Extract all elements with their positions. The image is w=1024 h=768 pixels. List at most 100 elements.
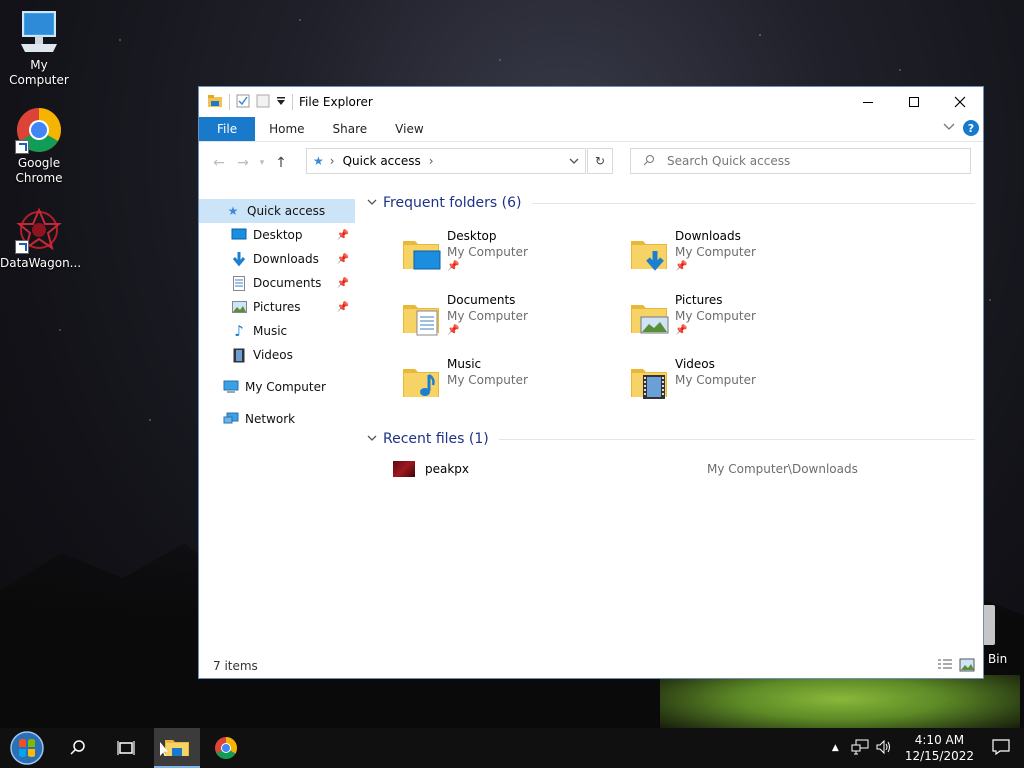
customize-toolbar-dropdown-icon[interactable] [276, 95, 286, 109]
recent-files-header[interactable]: Recent files (1) [367, 427, 983, 451]
shortcut-arrow-icon [15, 140, 29, 154]
search-taskbar-button[interactable] [56, 728, 100, 768]
maximize-button[interactable] [891, 87, 937, 117]
folder-name: Music [447, 357, 482, 371]
sidebar-item-desktop[interactable]: Desktop 📌 [199, 223, 355, 247]
downloads-folder-icon [631, 241, 667, 271]
sidebar-item-label: My Computer [245, 380, 326, 394]
search-box[interactable]: Search Quick access [630, 148, 971, 174]
folder-name: Desktop [447, 229, 497, 243]
frequent-folders-grid: Desktop My Computer 📌 Downloads My Compu… [359, 215, 983, 411]
network-tray-icon[interactable] [851, 739, 869, 758]
start-button[interactable] [0, 728, 54, 768]
sidebar-item-label: Videos [253, 348, 293, 362]
address-dropdown-chevron-icon[interactable] [569, 154, 579, 168]
tab-view[interactable]: View [381, 117, 437, 141]
pin-icon: 📌 [675, 261, 688, 272]
pin-icon: 📌 [447, 325, 460, 336]
sidebar-item-label: Music [253, 324, 288, 338]
clock[interactable]: 4:10 AM 12/15/2022 [905, 732, 974, 764]
sidebar-item-network[interactable]: Network [199, 407, 355, 431]
system-tray: ▲ 4:10 AM 12/15/2022 [832, 728, 1024, 768]
folder-tile-documents[interactable]: Documents My Computer 📌 [401, 293, 621, 349]
network-icon [223, 411, 239, 427]
pin-icon: 📌 [336, 253, 349, 265]
task-view-icon [117, 741, 135, 755]
folder-name: Pictures [675, 293, 723, 307]
refresh-icon: ↻ [594, 154, 606, 168]
up-arrow-icon[interactable]: ↑ [269, 155, 293, 171]
videos-folder-icon [631, 369, 667, 399]
image-thumbnail-icon [393, 461, 415, 477]
sidebar-item-pictures[interactable]: Pictures 📌 [199, 295, 355, 319]
folder-tile-desktop[interactable]: Desktop My Computer 📌 [401, 229, 621, 285]
folder-tile-pictures[interactable]: Pictures My Computer 📌 [629, 293, 849, 349]
notifications-icon[interactable] [992, 738, 1010, 758]
search-input[interactable]: Search Quick access [667, 154, 790, 168]
ribbon-tabs: File Home Share View ? [199, 117, 983, 142]
taskbar-google-chrome[interactable] [204, 728, 248, 768]
pin-icon: 📌 [336, 301, 349, 313]
help-icon[interactable]: ? [963, 120, 979, 136]
picture-icon [231, 299, 247, 315]
sidebar-item-documents[interactable]: Documents 📌 [199, 271, 355, 295]
address-bar[interactable]: ★ › Quick access › [306, 148, 586, 174]
section-divider [531, 202, 975, 204]
search-icon [643, 154, 655, 169]
close-button[interactable] [937, 87, 983, 117]
desktop-icon [231, 227, 247, 243]
music-note-icon: ♪ [234, 322, 244, 340]
navigation-pane: ★ Quick access Desktop 📌 Downloads 📌 Doc… [199, 199, 355, 654]
collapse-chevron-icon [367, 434, 377, 445]
title-bar: File Explorer [199, 87, 983, 117]
sidebar-item-music[interactable]: ♪ Music [199, 319, 355, 343]
section-title: Frequent folders (6) [383, 195, 522, 211]
close-icon [954, 96, 966, 108]
refresh-button[interactable]: ↻ [587, 148, 613, 174]
taskbar: ▲ 4:10 AM 12/15/2022 [0, 728, 1024, 768]
file-explorer-window: File Explorer File Home Share View ? ← →… [198, 86, 984, 679]
properties-icon[interactable] [236, 94, 250, 111]
quick-access-star-icon: ★ [313, 154, 324, 168]
folder-location: My Computer [447, 245, 528, 259]
desktop-icon-label: Google Chrome [15, 156, 63, 185]
minimize-button[interactable] [845, 87, 891, 117]
large-icons-view-icon[interactable] [959, 658, 975, 675]
recent-file-row[interactable]: peakpx My Computer\Downloads [359, 461, 983, 487]
forward-arrow-icon[interactable]: → [231, 155, 255, 171]
desktop-icon-google-chrome[interactable]: Google Chrome [0, 106, 78, 186]
new-folder-icon[interactable] [256, 94, 270, 111]
volume-icon[interactable] [875, 739, 893, 758]
file-path: My Computer\Downloads [707, 462, 858, 476]
tab-home[interactable]: Home [255, 117, 318, 141]
folder-tile-videos[interactable]: Videos My Computer [629, 357, 849, 413]
computer-icon [15, 8, 63, 56]
desktop-icon-my-computer[interactable]: My Computer [0, 8, 78, 88]
folder-location: My Computer [675, 373, 756, 387]
recent-locations-chevron-icon[interactable]: ▾ [255, 158, 269, 168]
clock-time: 4:10 AM [914, 733, 965, 747]
windows-orb-icon [10, 731, 44, 765]
sidebar-item-my-computer[interactable]: My Computer [199, 375, 355, 399]
task-view-button[interactable] [104, 728, 148, 768]
expand-ribbon-chevron-icon[interactable] [943, 121, 955, 135]
folder-location: My Computer [447, 309, 528, 323]
sidebar-item-quick-access[interactable]: ★ Quick access [199, 199, 355, 223]
tab-file[interactable]: File [199, 117, 256, 141]
toolbar-separator [229, 94, 230, 110]
section-divider [498, 438, 975, 440]
sidebar-item-videos[interactable]: Videos [199, 343, 355, 367]
breadcrumb-quick-access[interactable]: Quick access [343, 154, 421, 168]
quick-access-toolbar [207, 93, 293, 112]
desktop-icon-datawagon[interactable]: DataWagon... [0, 206, 81, 271]
details-view-icon[interactable] [937, 658, 953, 675]
show-hidden-icons-chevron-icon[interactable]: ▲ [832, 743, 839, 753]
desktop-folder-icon [403, 241, 441, 270]
frequent-folders-header[interactable]: Frequent folders (6) [367, 191, 983, 215]
folder-tile-downloads[interactable]: Downloads My Computer 📌 [629, 229, 849, 285]
film-strip-icon [231, 347, 247, 363]
folder-tile-music[interactable]: Music My Computer [401, 357, 621, 413]
back-arrow-icon[interactable]: ← [207, 155, 231, 171]
tab-share[interactable]: Share [319, 117, 382, 141]
sidebar-item-downloads[interactable]: Downloads 📌 [199, 247, 355, 271]
